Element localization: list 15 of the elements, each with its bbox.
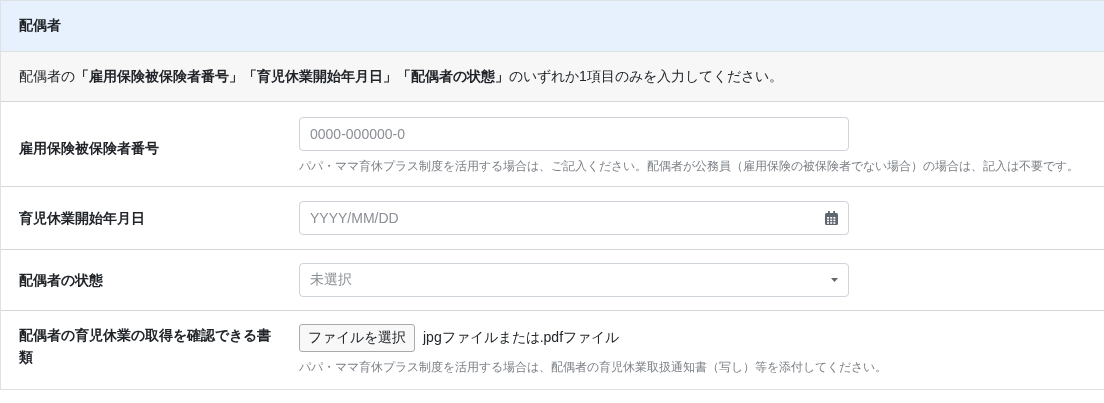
help-text: パパ・ママ育休プラス制度を活用する場合は、配偶者の育児休業取扱通知書（写し）等を添付してください。 [299, 360, 887, 375]
file-button[interactable]: ファイルを選択 [299, 324, 415, 352]
text-field[interactable]: 0000-000000-0 [299, 117, 849, 151]
date-field[interactable]: YYYY/MM/DD [299, 201, 849, 235]
calendar-icon[interactable] [825, 211, 838, 225]
help-text: パパ・ママ育休プラス制度を活用する場合は、ご記入ください。配偶者が公務員（雇用保険の被保険者でない場合）の場合は、記入は不要です。 [299, 159, 1079, 174]
field-label: 育児休業開始年月日 [18, 209, 146, 228]
section-title: 配偶者 [19, 17, 61, 35]
caret-icon [831, 278, 838, 282]
field-label: 配偶者の状態 [18, 271, 104, 290]
notice-text: 配偶者の「雇用保険被保険者番号」「育児休業開始年月日」「配偶者の状態」のいずれか1項目のみを入力してください。 [19, 67, 783, 86]
select-field[interactable]: 未選択 [299, 263, 849, 297]
file-note: jpgファイルまたは.pdfファイル [423, 329, 620, 347]
field-label: 配偶者の育児休業の取得を確認できる書類 [18, 326, 272, 367]
field-label: 雇用保険被保険者番号 [18, 139, 160, 158]
